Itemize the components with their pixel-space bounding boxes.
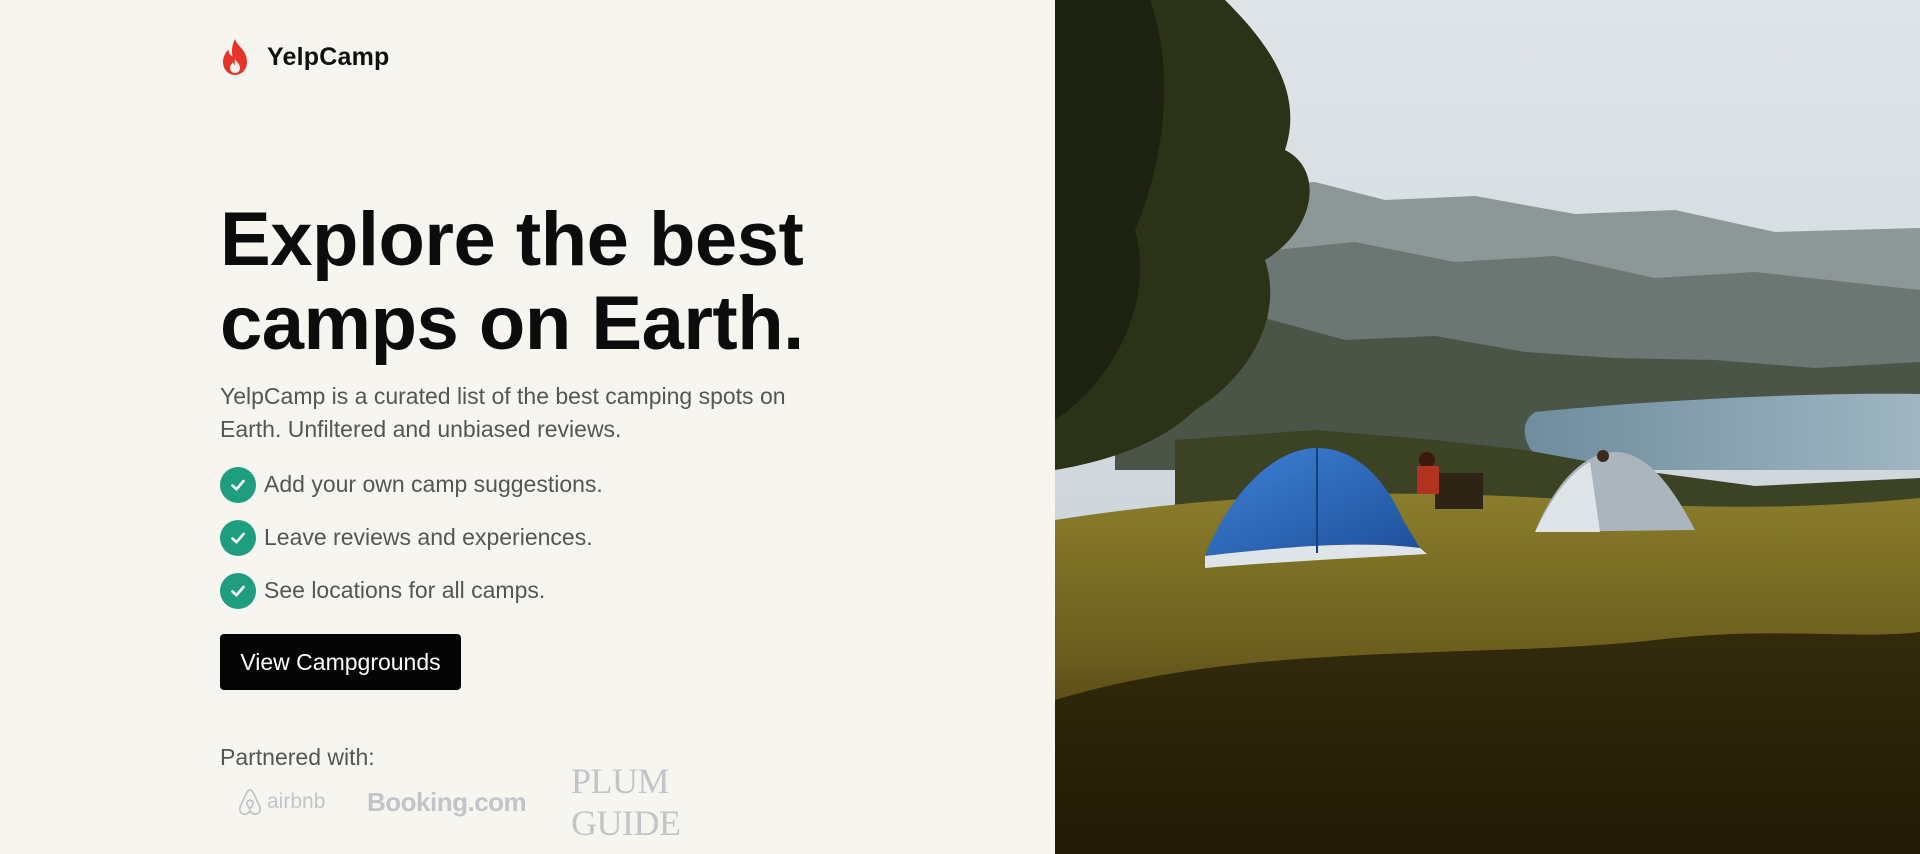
check-circle-icon <box>220 519 256 556</box>
feature-label: Leave reviews and experiences. <box>264 524 593 550</box>
feature-list: Add your own camp suggestions. Leave rev… <box>220 458 603 617</box>
airbnb-icon <box>238 789 262 816</box>
headline-line-2: camps on Earth. <box>220 281 804 366</box>
feature-label: See locations for all camps. <box>264 577 546 603</box>
headline-line-1: Explore the best <box>220 197 804 282</box>
check-circle-icon <box>220 466 256 503</box>
feature-item: Leave reviews and experiences. <box>220 511 603 564</box>
view-campgrounds-button[interactable]: View Campgrounds <box>220 634 461 690</box>
hero-description: YelpCamp is a curated list of the best c… <box>220 383 786 442</box>
brand[interactable]: YelpCamp <box>220 38 389 76</box>
plum-guide-logo: PLUM GUIDE <box>571 761 681 843</box>
page-title: Explore the best camps on Earth. <box>220 198 840 366</box>
flame-icon <box>223 39 247 75</box>
feature-label: Add your own camp suggestions. <box>264 471 603 497</box>
airbnb-wordmark: airbnb <box>267 790 326 813</box>
airbnb-logo: airbnb <box>237 780 325 824</box>
tents-on-hill-photo <box>1055 0 1920 854</box>
hero-panel: YelpCamp Explore the best camps on Earth… <box>0 0 1055 854</box>
partners-heading: Partnered with: <box>220 744 375 770</box>
feature-item: See locations for all camps. <box>220 564 603 617</box>
hero-image <box>1055 0 1920 854</box>
booking-logo: Booking.com <box>367 786 527 817</box>
brand-name: YelpCamp <box>267 42 390 71</box>
check-circle-icon <box>220 572 256 609</box>
feature-item: Add your own camp suggestions. <box>220 458 603 511</box>
